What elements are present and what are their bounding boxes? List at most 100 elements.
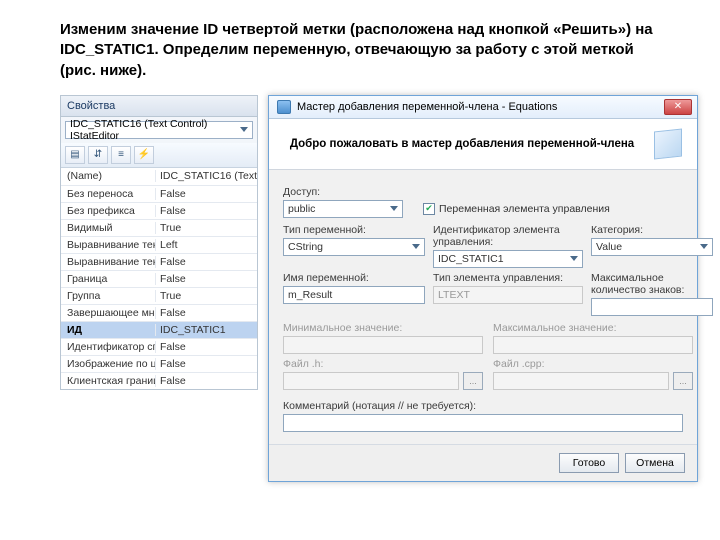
max-input bbox=[493, 336, 693, 354]
ctrltype-label: Тип элемента управления: bbox=[433, 272, 583, 284]
property-name: Клиентская границ bbox=[61, 375, 156, 387]
property-value[interactable]: True bbox=[156, 222, 257, 234]
wizard-header: Добро пожаловать в мастер добавления пер… bbox=[269, 119, 697, 170]
property-name: Выравнивание текс bbox=[61, 256, 156, 268]
fileh-label: Файл .h: bbox=[283, 358, 483, 370]
vartype-label: Тип переменной: bbox=[283, 224, 425, 236]
property-name: Без префикса bbox=[61, 205, 156, 217]
maxchars-label: Максимальное количество знаков: bbox=[591, 272, 713, 296]
property-value[interactable]: False bbox=[156, 358, 257, 370]
ctrltype-value: LTEXT bbox=[438, 289, 470, 301]
access-label: Доступ: bbox=[283, 186, 683, 198]
chevron-down-icon bbox=[412, 244, 420, 249]
cube-icon bbox=[651, 127, 685, 161]
property-row[interactable]: Изображение по цеFalse bbox=[61, 355, 257, 372]
properties-toolbar: ▤ ⇵ ≡ ⚡ bbox=[61, 143, 257, 168]
property-name: Изображение по це bbox=[61, 358, 156, 370]
fileh-browse-button: ... bbox=[463, 372, 483, 390]
vartype-value: CString bbox=[288, 241, 323, 253]
property-row[interactable]: Клиентская границFalse bbox=[61, 372, 257, 389]
filecpp-input bbox=[493, 372, 669, 390]
close-button[interactable]: ✕ bbox=[664, 99, 692, 115]
chevron-down-icon bbox=[700, 244, 708, 249]
property-name: Идентификатор спр bbox=[61, 341, 156, 353]
chevron-down-icon bbox=[390, 206, 398, 211]
comment-label: Комментарий (нотация // не требуется): bbox=[283, 400, 683, 412]
property-value[interactable]: Left bbox=[156, 239, 257, 251]
category-value: Value bbox=[596, 241, 622, 253]
cancel-button[interactable]: Отмена bbox=[625, 453, 685, 473]
filecpp-browse-button: ... bbox=[673, 372, 693, 390]
toolbar-sort-button[interactable]: ⇵ bbox=[88, 146, 108, 164]
min-label: Минимальное значение: bbox=[283, 322, 483, 334]
toolbar-list-button[interactable]: ≡ bbox=[111, 146, 131, 164]
property-value[interactable]: True bbox=[156, 290, 257, 302]
property-row[interactable]: Завершающее мноFalse bbox=[61, 304, 257, 321]
min-input bbox=[283, 336, 483, 354]
fileh-input bbox=[283, 372, 459, 390]
properties-selector-value: IDC_STATIC16 (Text Control) IStatEditor bbox=[70, 118, 240, 142]
property-value[interactable]: False bbox=[156, 375, 257, 387]
toolbar-cat-button[interactable]: ▤ bbox=[65, 146, 85, 164]
ctrlid-value: IDC_STATIC1 bbox=[438, 253, 504, 265]
property-value[interactable]: False bbox=[156, 307, 257, 319]
access-value: public bbox=[288, 203, 315, 215]
intro-text: Изменим значение ID четвертой метки (рас… bbox=[60, 20, 660, 81]
property-row[interactable]: ИДIDC_STATIC1 bbox=[61, 321, 257, 338]
varname-label: Имя переменной: bbox=[283, 272, 425, 284]
property-name: Без переноса bbox=[61, 188, 156, 200]
chevron-down-icon bbox=[240, 127, 248, 132]
property-row[interactable]: ГраницаFalse bbox=[61, 270, 257, 287]
property-value[interactable]: IDC_STATIC16 (Text C bbox=[156, 170, 257, 182]
properties-grid: (Name)IDC_STATIC16 (Text CБез переносаFa… bbox=[61, 168, 257, 389]
maxchars-input[interactable] bbox=[591, 298, 713, 316]
property-row[interactable]: Выравнивание тексFalse bbox=[61, 253, 257, 270]
property-value[interactable]: False bbox=[156, 256, 257, 268]
property-row[interactable]: ВидимыйTrue bbox=[61, 219, 257, 236]
control-var-checkbox[interactable] bbox=[423, 203, 435, 215]
property-value[interactable]: False bbox=[156, 205, 257, 217]
property-name: (Name) bbox=[61, 170, 156, 182]
property-name: Завершающее мно bbox=[61, 307, 156, 319]
wizard-title-text: Мастер добавления переменной-члена - Equ… bbox=[297, 101, 557, 113]
property-row[interactable]: (Name)IDC_STATIC16 (Text C bbox=[61, 168, 257, 185]
property-value[interactable]: False bbox=[156, 341, 257, 353]
varname-value: m_Result bbox=[288, 289, 332, 301]
property-name: ИД bbox=[61, 324, 156, 336]
property-row[interactable]: ГруппаTrue bbox=[61, 287, 257, 304]
property-name: Граница bbox=[61, 273, 156, 285]
chevron-down-icon bbox=[570, 256, 578, 261]
property-row[interactable]: Идентификатор спрFalse bbox=[61, 338, 257, 355]
ctrltype-input: LTEXT bbox=[433, 286, 583, 304]
properties-selector-combo[interactable]: IDC_STATIC16 (Text Control) IStatEditor bbox=[65, 121, 253, 139]
property-value[interactable]: False bbox=[156, 188, 257, 200]
wizard-titlebar[interactable]: Мастер добавления переменной-члена - Equ… bbox=[269, 96, 697, 119]
category-combo[interactable]: Value bbox=[591, 238, 713, 256]
property-value[interactable]: IDC_STATIC1 bbox=[156, 324, 257, 336]
category-label: Категория: bbox=[591, 224, 713, 236]
wizard-footer: Готово Отмена bbox=[269, 444, 697, 481]
properties-panel: Свойства IDC_STATIC16 (Text Control) ISt… bbox=[60, 95, 258, 390]
ctrlid-combo[interactable]: IDC_STATIC1 bbox=[433, 250, 583, 268]
property-name: Видимый bbox=[61, 222, 156, 234]
control-var-label: Переменная элемента управления bbox=[439, 203, 610, 215]
wizard-icon bbox=[277, 100, 291, 114]
property-name: Выравнивание текс bbox=[61, 239, 156, 251]
property-row[interactable]: Без переносаFalse bbox=[61, 185, 257, 202]
finish-button[interactable]: Готово bbox=[559, 453, 619, 473]
toolbar-light-button[interactable]: ⚡ bbox=[134, 146, 154, 164]
property-row[interactable]: Выравнивание тексLeft bbox=[61, 236, 257, 253]
wizard-header-text: Добро пожаловать в мастер добавления пер… bbox=[290, 138, 634, 150]
ctrlid-label: Идентификатор элемента управления: bbox=[433, 224, 583, 248]
property-name: Группа bbox=[61, 290, 156, 302]
filecpp-label: Файл .cpp: bbox=[493, 358, 693, 370]
vartype-combo[interactable]: CString bbox=[283, 238, 425, 256]
comment-input[interactable] bbox=[283, 414, 683, 432]
varname-input[interactable]: m_Result bbox=[283, 286, 425, 304]
max-label: Максимальное значение: bbox=[493, 322, 693, 334]
property-row[interactable]: Без префиксаFalse bbox=[61, 202, 257, 219]
property-value[interactable]: False bbox=[156, 273, 257, 285]
properties-title: Свойства bbox=[61, 96, 257, 117]
wizard-dialog: Мастер добавления переменной-члена - Equ… bbox=[268, 95, 698, 482]
access-combo[interactable]: public bbox=[283, 200, 403, 218]
